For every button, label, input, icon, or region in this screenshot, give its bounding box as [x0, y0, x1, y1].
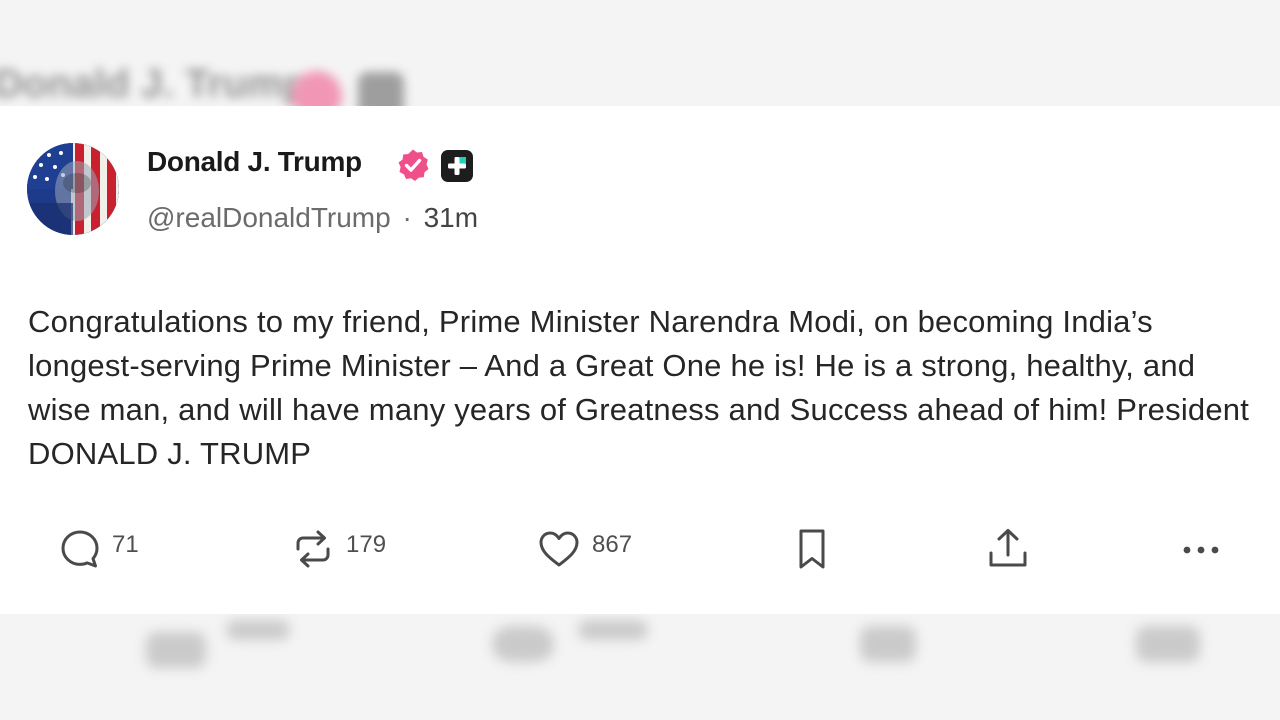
post-timestamp[interactable]: 31m — [424, 202, 478, 233]
avatar-flag-portrait — [27, 143, 119, 235]
verified-badge-icon — [398, 149, 429, 181]
like-button[interactable]: 867 — [536, 524, 632, 574]
author-name[interactable]: Donald J. Trump — [147, 146, 362, 178]
more-icon — [1183, 546, 1219, 554]
repost-count: 179 — [346, 531, 387, 558]
bookmark-button[interactable] — [792, 524, 832, 574]
comment-icon — [61, 530, 99, 568]
bookmark-icon — [799, 529, 825, 569]
heart-icon — [539, 531, 579, 567]
post-screenshot: Donald J. Trump Donald J. Trump @realDon… — [0, 0, 1280, 720]
repost-icon — [296, 530, 330, 568]
repost-button[interactable]: 179 — [290, 524, 386, 574]
blurred-author-name: Donald J. Trump — [0, 62, 308, 106]
blurred-background-actions — [0, 612, 1280, 720]
reply-button[interactable]: 71 — [58, 524, 139, 574]
author-handle[interactable]: @realDonaldTrump — [147, 202, 391, 233]
avatar[interactable] — [27, 143, 119, 235]
handle-row: @realDonaldTrump · 31m — [147, 202, 478, 234]
like-count: 867 — [592, 531, 633, 558]
post-text: Congratulations to my friend, Prime Mini… — [28, 304, 1250, 471]
share-button[interactable] — [986, 524, 1030, 574]
more-options-button[interactable] — [1178, 524, 1224, 574]
truth-plus-icon — [441, 150, 473, 182]
reply-count: 71 — [112, 531, 139, 558]
post-card: Donald J. Trump @realDonaldTrump · 31m C… — [0, 106, 1280, 614]
meta-separator: · — [402, 202, 412, 233]
share-icon — [989, 529, 1027, 567]
